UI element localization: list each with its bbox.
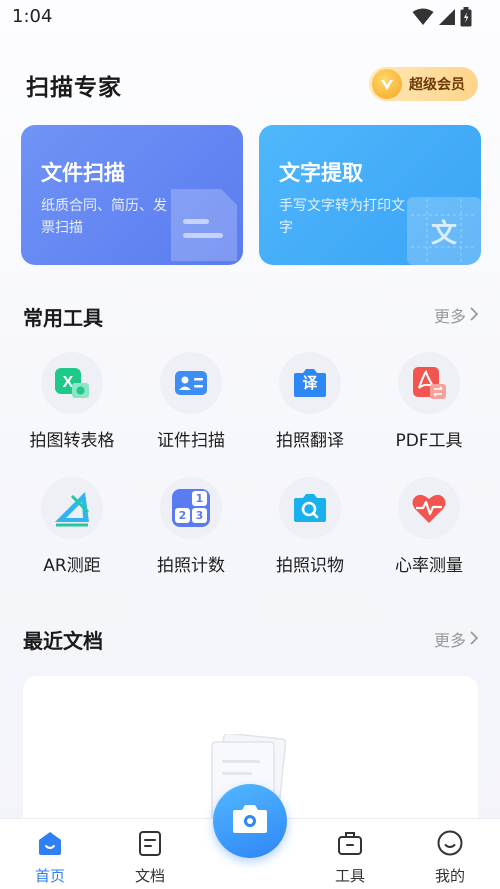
vip-crown-icon xyxy=(372,69,402,99)
profile-smile-icon xyxy=(436,830,464,861)
document-icon xyxy=(163,181,243,265)
tools-section-title: 常用工具 xyxy=(23,306,103,330)
recent-section-title: 最近文档 xyxy=(23,629,103,653)
toolbox-icon xyxy=(336,832,364,861)
tools-more-link[interactable]: 更多 xyxy=(433,303,479,327)
nav-tools[interactable]: 工具 xyxy=(320,829,380,886)
status-time: 1:04 xyxy=(12,6,53,27)
count-digit: 3 xyxy=(192,508,207,523)
tool-photo-to-table[interactable]: X 拍图转表格 xyxy=(11,352,131,472)
card-title: 文件扫描 xyxy=(41,161,125,185)
nav-label: 文档 xyxy=(134,867,165,885)
vip-badge-button[interactable]: 超级会员 xyxy=(369,67,478,101)
card-title: 文字提取 xyxy=(279,161,363,185)
translate-icon: 译 xyxy=(279,352,341,414)
cellular-signal-icon xyxy=(438,8,456,30)
more-label: 更多 xyxy=(433,631,466,650)
tool-photo-translate[interactable]: 译 拍照翻译 xyxy=(249,352,369,472)
card-icon-text: 文 xyxy=(430,219,457,249)
status-icons xyxy=(412,7,472,31)
nav-home[interactable]: 首页 xyxy=(20,829,80,886)
tool-pdf[interactable]: PDF工具 xyxy=(368,352,488,472)
tool-label: AR测距 xyxy=(43,556,101,576)
card-subtitle: 手写文字转为打印文字 xyxy=(279,198,405,236)
tool-photo-count[interactable]: 1 2 3 拍照计数 xyxy=(130,477,250,597)
file-scan-card[interactable]: 文件扫描 纸质合同、简历、发票扫描 xyxy=(21,125,243,265)
count-digit: 2 xyxy=(175,508,190,523)
vip-label: 超级会员 xyxy=(409,77,465,93)
recent-more-link[interactable]: 更多 xyxy=(433,627,479,651)
tool-label: 拍照识物 xyxy=(276,556,344,576)
id-card-icon xyxy=(160,352,222,414)
nav-label: 我的 xyxy=(434,867,465,885)
nav-label: 工具 xyxy=(334,867,365,885)
page-title: 扫描专家 xyxy=(26,75,122,101)
battery-icon xyxy=(460,7,472,31)
heart-rate-icon xyxy=(398,477,460,539)
tool-label: PDF工具 xyxy=(395,431,463,451)
translate-glyph: 译 xyxy=(302,374,318,392)
tool-label: 证件扫描 xyxy=(157,431,225,451)
nav-docs[interactable]: 文档 xyxy=(120,829,180,886)
status-bar: 1:04 xyxy=(0,0,500,34)
document-icon xyxy=(136,831,164,861)
count-digit: 1 xyxy=(192,491,207,506)
tool-label: 拍图转表格 xyxy=(29,431,115,451)
camera-icon xyxy=(231,803,269,839)
tool-label: 心率测量 xyxy=(395,556,463,576)
tool-heart-rate[interactable]: 心率测量 xyxy=(368,477,488,597)
nav-mine[interactable]: 我的 xyxy=(420,829,480,886)
ruler-icon xyxy=(41,477,103,539)
text-extract-card[interactable]: 文字提取 手写文字转为打印文字 文 xyxy=(259,125,481,265)
more-label: 更多 xyxy=(433,307,466,326)
card-subtitle: 纸质合同、简历、发票扫描 xyxy=(41,198,167,236)
count-icon: 1 2 3 xyxy=(160,477,222,539)
tool-id-scan[interactable]: 证件扫描 xyxy=(130,352,250,472)
chevron-right-icon xyxy=(470,630,479,649)
table-icon: X xyxy=(41,352,103,414)
camera-button[interactable] xyxy=(213,784,287,858)
text-frame-icon: 文 xyxy=(407,191,481,265)
nav-label: 首页 xyxy=(34,867,65,885)
tool-photo-identify[interactable]: 拍照识物 xyxy=(249,477,369,597)
object-search-icon xyxy=(279,477,341,539)
pdf-icon xyxy=(398,352,460,414)
tool-ar-measure[interactable]: AR测距 xyxy=(11,477,131,597)
chevron-right-icon xyxy=(470,306,479,325)
home-icon xyxy=(36,832,64,861)
tool-label: 拍照计数 xyxy=(157,556,225,576)
wifi-icon xyxy=(412,8,434,30)
tool-label: 拍照翻译 xyxy=(276,431,344,451)
